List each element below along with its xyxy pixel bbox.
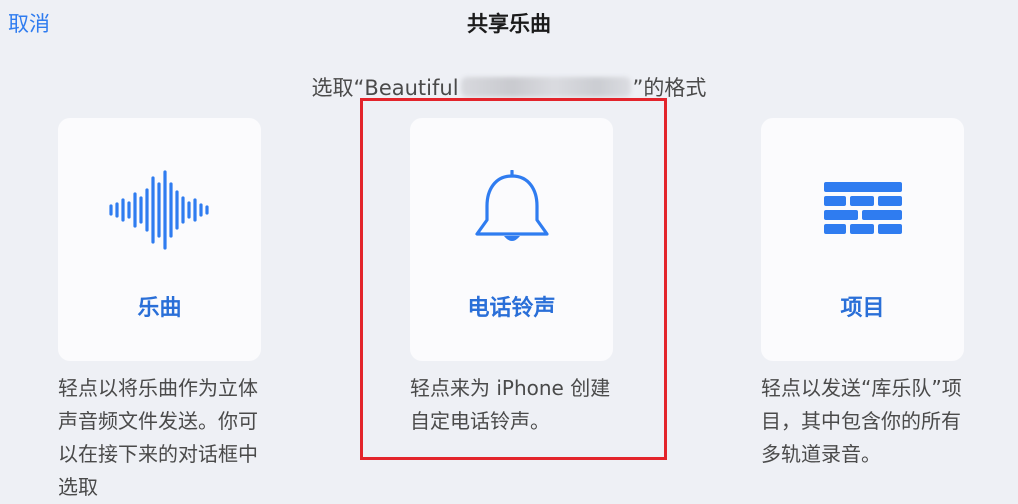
format-prompt-suffix: ”的格式 xyxy=(632,76,707,100)
option-description-ringtone: 轻点来为 iPhone 创建自定电话铃声。 xyxy=(410,376,611,433)
option-label-ringtone: 电话铃声 xyxy=(467,296,556,321)
option-description-song: 轻点以将乐曲作为立体声音频文件发送。你可以在接下来的对话框中选取 xyxy=(58,376,258,499)
page-title: 共享乐曲 xyxy=(467,12,551,36)
option-card-ringtone[interactable]: 电话铃声 xyxy=(410,118,613,361)
format-prompt: 选取“Beautiful ”的格式 xyxy=(0,72,1018,102)
waveform-icon xyxy=(58,170,261,250)
option-label-project: 项目 xyxy=(840,296,885,321)
redacted-song-name xyxy=(460,77,631,97)
option-card-project[interactable]: 项目 xyxy=(761,118,964,361)
format-prompt-prefix: 选取“Beautiful xyxy=(311,76,459,100)
brick-wall-icon xyxy=(761,170,964,250)
option-label-song: 乐曲 xyxy=(137,296,182,321)
bell-icon xyxy=(410,170,613,250)
option-description-project: 轻点以发送“库乐队”项目，其中包含你的所有多轨道录音。 xyxy=(761,376,962,466)
option-card-song[interactable]: 乐曲 xyxy=(58,118,261,361)
